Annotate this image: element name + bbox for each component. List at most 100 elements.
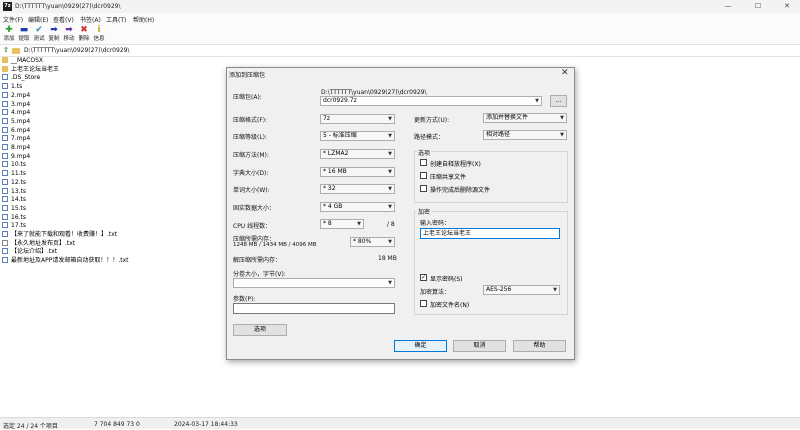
file-icon (2, 222, 8, 229)
up-folder-icon[interactable]: ⇧ (3, 46, 9, 54)
file-row[interactable]: 7.mp4 (2, 135, 30, 144)
word-value: * 32 (323, 185, 336, 192)
file-row[interactable]: 【论坛介绍】.txt (2, 248, 57, 257)
file-row[interactable]: 最新地址及APP请发邮箱自动获取！！！.txt (2, 257, 129, 266)
help-button[interactable]: 帮助 (513, 340, 566, 352)
copy-icon: ➡ (50, 25, 58, 35)
menu-view[interactable]: 查看(V) (53, 15, 74, 24)
file-row[interactable]: 8.mp4 (2, 144, 30, 153)
file-row[interactable]: 16.ts (2, 213, 26, 223)
chevron-down-icon: ▼ (388, 204, 392, 210)
menu-file[interactable]: 文件(F) (3, 15, 23, 24)
file-row[interactable]: 14.ts (2, 196, 26, 205)
file-icon (2, 248, 8, 255)
split-combo[interactable]: ▼ (233, 278, 395, 288)
chevron-down-icon: ▼ (553, 287, 557, 293)
file-row[interactable]: 3.mp4 (2, 100, 30, 110)
file-row[interactable]: 13.ts (2, 187, 26, 197)
file-name: 2.mp4 (11, 91, 31, 99)
test-icon: ✔ (35, 25, 43, 35)
pathmode-select[interactable]: 相对路径 ▼ (483, 130, 567, 140)
archive-label: 压缩包(A): (233, 94, 262, 101)
browse-button[interactable]: ... (550, 95, 567, 107)
format-value: 7z (323, 115, 330, 122)
delete-after-checkbox[interactable] (420, 185, 427, 192)
add-button[interactable]: ✚ 添加 (1, 25, 17, 44)
menu-tools[interactable]: 工具(T) (106, 15, 126, 24)
cancel-button[interactable]: 取消 (453, 340, 506, 352)
dialog-close-icon[interactable]: ✕ (561, 68, 569, 78)
file-row[interactable]: 1.ts (2, 83, 22, 92)
file-row[interactable]: .DS_Store (2, 74, 40, 83)
archive-name-value: dcr0929.7z (323, 97, 357, 104)
file-icon (2, 187, 8, 194)
archive-name-combo[interactable]: dcr0929.7z ▼ (320, 96, 542, 106)
file-icon (2, 178, 8, 185)
solid-select[interactable]: * 4 GB ▼ (320, 202, 395, 212)
encrypt-names-checkbox[interactable] (420, 300, 427, 307)
cpu-total: / 8 (387, 221, 395, 228)
enc-method-select[interactable]: AES-256 ▼ (483, 285, 560, 295)
chevron-down-icon: ▼ (388, 186, 392, 192)
delete-button[interactable]: ✖ 删除 (76, 25, 92, 44)
file-row[interactable]: 9.mp4 (2, 152, 30, 162)
options-button[interactable]: 选项 (233, 324, 287, 336)
file-icon (2, 170, 8, 177)
word-select[interactable]: * 32 ▼ (320, 184, 395, 194)
level-select[interactable]: 5 - 标准压缩 ▼ (320, 131, 395, 141)
extract-button[interactable]: ▬ 提取 (16, 25, 32, 44)
file-row[interactable]: 5.mp4 (2, 117, 30, 127)
file-row[interactable]: 2.mp4 (2, 91, 31, 101)
copy-button[interactable]: ➡ 复制 (46, 25, 62, 44)
file-icon (2, 257, 8, 264)
file-row[interactable]: 4.mp4 (2, 109, 30, 118)
menu-edit[interactable]: 编辑(E) (28, 15, 48, 24)
cpu-select[interactable]: * 8 ▼ (320, 219, 364, 229)
file-row[interactable]: 【来了就能下载和观看！收费赚！】.txt (2, 231, 117, 240)
file-row[interactable]: 上老王论坛当老王 (2, 65, 59, 75)
file-icon (2, 74, 8, 81)
file-name: __MACOSX (11, 57, 44, 64)
menu-help[interactable]: 帮助(H) (133, 15, 154, 24)
info-button[interactable]: i 信息 (91, 25, 107, 44)
params-label: 参数(P): (233, 296, 256, 303)
file-row[interactable]: 17.ts (2, 222, 26, 231)
address-path[interactable]: D:\TTTTTT\yuan\0929(27)\dcr0929\ (24, 47, 129, 54)
show-password-checkbox[interactable]: ✓ (420, 274, 427, 281)
file-row[interactable]: 10.ts (2, 161, 26, 170)
file-icon (2, 83, 8, 90)
archive-dir: D:\TTTTTT\yuan\0929(27)\dcr0929\ (321, 89, 427, 96)
chevron-down-icon: ▼ (388, 151, 392, 157)
file-row[interactable]: 12.ts (2, 178, 26, 188)
format-label: 压缩格式(F): (233, 117, 268, 124)
test-button[interactable]: ✔ 测试 (31, 25, 47, 44)
minimize-button[interactable]: — (722, 2, 734, 11)
menu-bar: 文件(F) 编辑(E) 查看(V) 书签(A) 工具(T) 帮助(H) (0, 13, 800, 24)
file-row[interactable]: 6.mp4 (2, 126, 30, 136)
address-bar: ⇧ D:\TTTTTT\yuan\0929(27)\dcr0929\ (0, 45, 800, 57)
file-row[interactable]: 15.ts (2, 204, 26, 214)
ok-button[interactable]: 确定 (394, 340, 447, 352)
dict-label: 字典大小(D): (233, 170, 269, 177)
method-select[interactable]: * LZMA2 ▼ (320, 149, 395, 159)
file-icon (2, 231, 8, 237)
menu-bookmarks[interactable]: 书签(A) (80, 15, 101, 24)
file-icon (2, 161, 8, 168)
file-row[interactable]: __MACOSX (2, 57, 43, 66)
sfx-checkbox[interactable] (420, 159, 427, 166)
add-icon: ✚ (5, 25, 13, 35)
password-input[interactable]: 上老王论坛当老王 (420, 228, 560, 239)
move-button[interactable]: ➡ 移动 (61, 25, 77, 44)
update-select[interactable]: 添加并替换文件 ▼ (483, 113, 567, 123)
file-row[interactable]: 11.ts (2, 170, 26, 179)
password-label: 输入密码： (420, 220, 451, 227)
close-button[interactable]: ✕ (781, 2, 793, 11)
params-input[interactable] (233, 303, 395, 314)
shared-files-checkbox[interactable] (420, 172, 427, 179)
cpu-label: CPU 线程数： (233, 223, 272, 230)
dict-select[interactable]: * 16 MB ▼ (320, 167, 395, 177)
format-select[interactable]: 7z ▼ (320, 114, 395, 124)
maximize-button[interactable]: ☐ (752, 2, 764, 11)
mem-percent-select[interactable]: * 80% ▼ (350, 237, 395, 247)
enc-method-value: AES-256 (486, 286, 512, 293)
